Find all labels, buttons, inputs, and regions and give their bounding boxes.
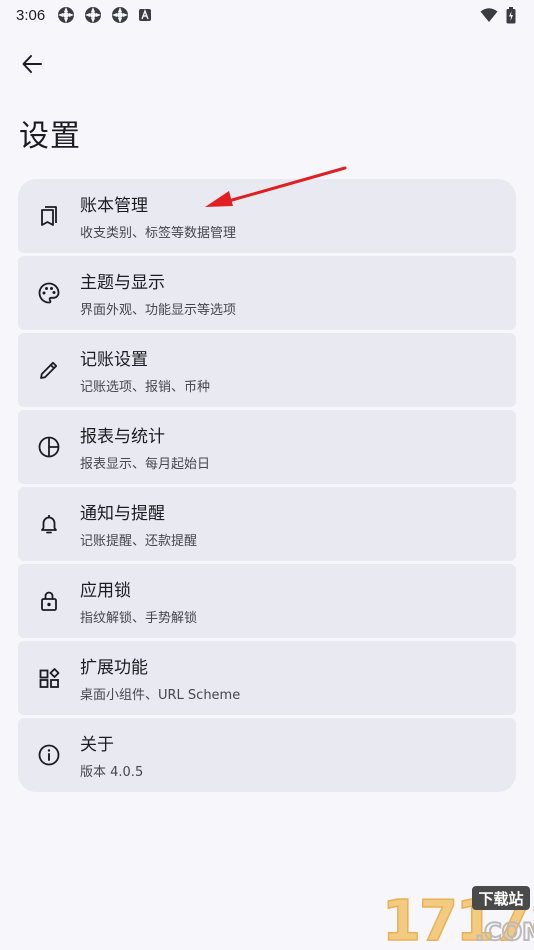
- settings-item-title: 扩展功能: [80, 658, 148, 678]
- arrow-left-icon: [22, 55, 42, 73]
- status-system-icons: [480, 6, 516, 24]
- settings-item-subtitle: 指纹解锁、手势解锁: [80, 611, 198, 626]
- info-icon: [38, 744, 60, 766]
- settings-list: 账本管理 收支类别、标签等数据管理 主题与显示 界面外观、功能显示等选项 记账设: [18, 179, 516, 792]
- settings-item-title: 通知与提醒: [80, 504, 165, 524]
- watermark-logo: 17178 下载站 .COM: [300, 878, 534, 950]
- settings-item-subtitle: 桌面小组件、URL Scheme: [80, 688, 241, 703]
- app-notification-icon: [85, 7, 102, 23]
- book-icon: [41, 206, 57, 226]
- settings-item-notifications[interactable]: 通知与提醒 记账提醒、还款提醒: [18, 487, 516, 561]
- settings-item-subtitle: 记账提醒、还款提醒: [80, 534, 198, 549]
- watermark-domain: .COM: [475, 918, 534, 946]
- pencil-icon: [40, 361, 58, 379]
- status-bar: 3:06: [0, 0, 534, 30]
- palette-icon: [38, 282, 60, 304]
- battery-icon: [506, 6, 516, 23]
- settings-item-bookkeeping[interactable]: 记账设置 记账选项、报销、币种: [18, 333, 516, 407]
- settings-item-title: 关于: [80, 735, 114, 755]
- page-title: 设置: [19, 119, 81, 154]
- settings-item-ledger-management[interactable]: 账本管理 收支类别、标签等数据管理: [18, 179, 516, 253]
- settings-item-title: 账本管理: [80, 196, 148, 216]
- settings-item-app-lock[interactable]: 应用锁 指纹解锁、手势解锁: [18, 564, 516, 638]
- watermark-tag: 下载站: [478, 890, 523, 908]
- a-badge-icon: [139, 9, 152, 21]
- pie-chart-icon: [38, 436, 60, 458]
- settings-item-extensions[interactable]: 扩展功能 桌面小组件、URL Scheme: [18, 641, 516, 715]
- settings-item-title: 应用锁: [80, 581, 131, 601]
- settings-item-about[interactable]: 关于 版本 4.0.5: [18, 718, 516, 792]
- settings-item-subtitle: 界面外观、功能显示等选项: [80, 303, 237, 318]
- wifi-icon: [480, 8, 498, 22]
- bell-icon: [41, 515, 57, 534]
- settings-item-subtitle: 收支类别、标签等数据管理: [80, 226, 237, 241]
- lock-icon: [41, 591, 57, 611]
- app-notification-icon: [112, 7, 129, 23]
- settings-item-subtitle: 记账选项、报销、币种: [80, 380, 211, 395]
- settings-item-title: 主题与显示: [80, 273, 165, 293]
- settings-item-title: 报表与统计: [80, 427, 165, 447]
- settings-item-subtitle: 报表显示、每月起始日: [80, 457, 211, 472]
- settings-item-title: 记账设置: [80, 350, 148, 370]
- settings-item-theme-display[interactable]: 主题与显示 界面外观、功能显示等选项: [18, 256, 516, 330]
- settings-item-reports[interactable]: 报表与统计 报表显示、每月起始日: [18, 410, 516, 484]
- status-notification-icons: [57, 6, 152, 24]
- status-time: 3:06: [16, 6, 46, 24]
- settings-item-subtitle: 版本 4.0.5: [80, 765, 144, 780]
- widgets-icon: [39, 668, 60, 688]
- back-button[interactable]: [12, 44, 52, 84]
- app-notification-icon: [58, 7, 75, 23]
